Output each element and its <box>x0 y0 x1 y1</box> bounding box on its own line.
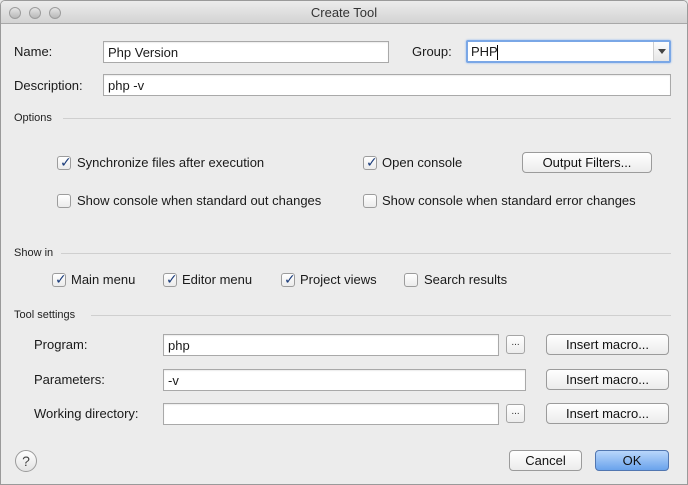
show-console-stdout-checkbox[interactable] <box>57 194 71 208</box>
open-console-checkbox[interactable]: ✓ <box>363 154 378 170</box>
description-field[interactable]: php -v <box>103 74 671 96</box>
synchronize-files-label: Synchronize files after execution <box>77 155 265 170</box>
group-combo-value: PHP <box>471 44 498 59</box>
output-filters-button[interactable]: Output Filters... <box>522 152 652 173</box>
show-in-section-title: Show in <box>14 247 54 259</box>
help-icon[interactable]: ? <box>15 450 37 472</box>
checkmark-icon: ✓ <box>60 154 72 170</box>
tool-settings-separator <box>91 315 671 316</box>
main-menu-label: Main menu <box>71 272 136 287</box>
show-console-stderr-checkbox[interactable] <box>363 194 377 208</box>
name-label: Name: <box>14 44 53 59</box>
working-directory-browse-button[interactable]: ... <box>506 404 525 423</box>
editor-menu-checkbox[interactable]: ✓ <box>163 271 178 287</box>
text-caret <box>497 45 498 60</box>
options-section-title: Options <box>14 112 52 124</box>
working-directory-label: Working directory: <box>34 406 139 421</box>
checkmark-icon: ✓ <box>55 271 67 287</box>
name-field[interactable]: Php Version <box>103 41 389 63</box>
group-dropdown-button[interactable] <box>653 42 669 61</box>
create-tool-dialog: Create Tool Name: Php Version Group: PHP… <box>0 0 688 485</box>
show-in-separator <box>61 253 671 254</box>
search-results-checkbox[interactable] <box>404 273 418 287</box>
checkmark-icon: ✓ <box>366 154 378 170</box>
group-combo[interactable]: PHP <box>466 40 671 63</box>
editor-menu-label: Editor menu <box>182 272 253 287</box>
program-browse-button[interactable]: ... <box>506 335 525 354</box>
open-console-label: Open console <box>382 155 463 170</box>
program-field[interactable]: php <box>163 334 499 356</box>
show-console-stderr-label: Show console when standard error changes <box>382 193 636 208</box>
description-label: Description: <box>14 78 83 93</box>
program-insert-macro-button[interactable]: Insert macro... <box>546 334 669 355</box>
parameters-insert-macro-button[interactable]: Insert macro... <box>546 369 669 390</box>
project-views-label: Project views <box>300 272 377 287</box>
working-directory-insert-macro-button[interactable]: Insert macro... <box>546 403 669 424</box>
checkmark-icon: ✓ <box>284 271 296 287</box>
synchronize-files-checkbox[interactable]: ✓ <box>57 154 72 170</box>
parameters-field[interactable]: -v <box>163 369 526 391</box>
group-label: Group: <box>412 44 452 59</box>
project-views-checkbox[interactable]: ✓ <box>281 271 296 287</box>
chevron-down-icon <box>658 49 666 54</box>
show-console-stdout-label: Show console when standard out changes <box>77 193 322 208</box>
program-label: Program: <box>34 337 88 352</box>
parameters-label: Parameters: <box>34 372 105 387</box>
tool-settings-section-title: Tool settings <box>14 309 76 321</box>
cancel-button[interactable]: Cancel <box>509 450 582 471</box>
ok-button[interactable]: OK <box>595 450 669 471</box>
options-separator <box>63 118 671 119</box>
main-menu-checkbox[interactable]: ✓ <box>52 271 67 287</box>
checkmark-icon: ✓ <box>166 271 178 287</box>
working-directory-field[interactable] <box>163 403 499 425</box>
title-bar: Create Tool <box>1 1 687 24</box>
search-results-label: Search results <box>424 272 508 287</box>
window-title: Create Tool <box>310 5 378 20</box>
